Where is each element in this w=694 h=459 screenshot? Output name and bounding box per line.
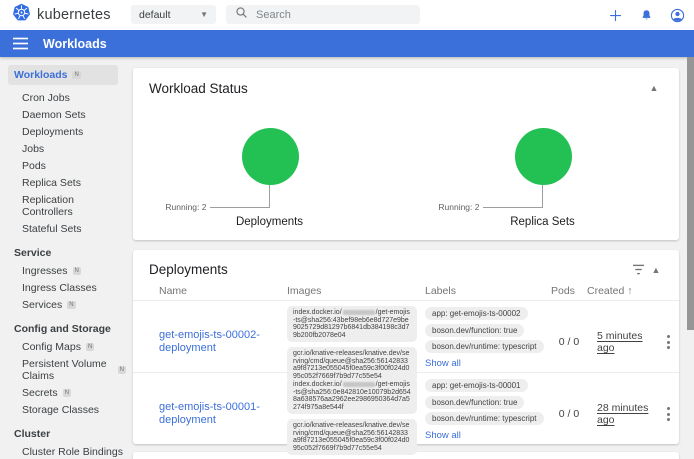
kubernetes-logo-icon: [12, 3, 31, 27]
search-icon: [235, 6, 248, 24]
vertical-scrollbar-track[interactable]: [687, 57, 694, 459]
collapse-card-button[interactable]: ▲: [647, 262, 665, 278]
column-header-pods[interactable]: Pods: [551, 281, 587, 297]
label-chip: boson.dev/runtime: typescript: [425, 412, 544, 425]
column-header-labels[interactable]: Labels: [425, 281, 551, 297]
label-chip: app: get-emojis-ts-00002: [425, 307, 528, 320]
sidebar-item-pods[interactable]: Pods: [0, 157, 130, 174]
image-chip: index.docker.io//get-emojis-ts@sha256:43…: [287, 306, 417, 342]
image-chip: gcr.io/knative-releases/knative.dev/serv…: [287, 419, 417, 455]
label-chip: boson.dev/function: true: [425, 396, 524, 409]
legend-leader-line: [210, 185, 270, 208]
vertical-scrollbar-thumb[interactable]: [687, 57, 694, 330]
label-chip: app: get-emojis-ts-00001: [425, 379, 528, 392]
row-actions-kebab-button[interactable]: [663, 403, 674, 425]
created-time: 5 minutes ago: [587, 330, 657, 354]
deployments-status-chart: Running: 2 Deployments: [133, 96, 406, 236]
running-count-annotation: Running: 2: [438, 202, 479, 212]
sidebar-item-workloads[interactable]: Workloads N: [8, 65, 118, 85]
create-plus-button[interactable]: [604, 4, 626, 26]
main-content: Workload Status ▲ Running: 2 Deployments…: [130, 57, 681, 459]
label-chip: boson.dev/runtime: typescript: [425, 340, 544, 353]
namespaced-badge: N: [86, 343, 94, 351]
pods-count: 0 / 0: [559, 408, 579, 420]
namespace-select[interactable]: default ▼: [131, 5, 216, 24]
namespaced-badge: N: [73, 267, 81, 275]
chevron-down-icon: ▼: [200, 10, 208, 19]
namespace-value: default: [139, 9, 171, 21]
deployment-name-link[interactable]: get-emojis-ts-00002-deployment: [159, 329, 287, 355]
row-actions-kebab-button[interactable]: [663, 331, 674, 353]
redacted-text: [343, 310, 375, 315]
top-bar: kubernetes default ▼: [0, 0, 694, 30]
table-header-row: Name Images Labels Pods Created ↑: [133, 278, 679, 300]
sidebar-item-ingress-classes[interactable]: Ingress Classes: [0, 279, 130, 296]
page-title: Workloads: [43, 37, 107, 51]
sidebar-item-config-maps[interactable]: Config Maps N: [0, 338, 130, 355]
namespaced-badge: N: [118, 366, 126, 374]
app-bar: Workloads: [0, 30, 694, 57]
sidebar-section-cluster: Cluster: [0, 418, 130, 443]
sidebar-item-jobs[interactable]: Jobs: [0, 140, 130, 157]
search-box[interactable]: [226, 5, 420, 24]
sidebar-item-replication-controllers[interactable]: Replication Controllers: [0, 191, 130, 220]
sidebar-item-deployments[interactable]: Deployments: [0, 123, 130, 140]
filter-button[interactable]: [629, 262, 647, 278]
chevron-up-icon: ▲: [652, 265, 661, 275]
redacted-text: [343, 382, 375, 387]
show-all-link[interactable]: Show all: [425, 358, 461, 369]
chart-label: Replica Sets: [406, 216, 679, 228]
sidebar-item-cron-jobs[interactable]: Cron Jobs: [0, 89, 130, 106]
namespaced-badge: N: [67, 301, 75, 309]
account-button[interactable]: [666, 4, 688, 26]
sidebar-item-daemon-sets[interactable]: Daemon Sets: [0, 106, 130, 123]
kubernetes-logo-link[interactable]: kubernetes: [12, 0, 111, 30]
sidebar-item-storage-classes[interactable]: Storage Classes: [0, 401, 130, 418]
sidebar-item-services[interactable]: Services N: [0, 296, 130, 313]
table-row: get-emojis-ts-00001-deployment index.doc…: [133, 372, 679, 444]
legend-leader-line: [483, 185, 543, 208]
sidebar-section-config-and-storage: Config and Storage: [0, 313, 130, 338]
sidebar-item-ingresses[interactable]: Ingresses N: [0, 262, 130, 279]
label-chip: boson.dev/function: true: [425, 324, 524, 337]
running-count-annotation: Running: 2: [165, 202, 206, 212]
sort-ascending-icon: ↑: [627, 285, 632, 297]
sidebar-nav: Workloads N Cron Jobs Daemon Sets Deploy…: [0, 57, 130, 459]
deployments-title: Deployments: [149, 262, 629, 277]
workload-status-card: Workload Status ▲ Running: 2 Deployments…: [133, 68, 679, 240]
replica-sets-pie: [515, 128, 572, 185]
notifications-bell-button[interactable]: [635, 4, 657, 26]
workload-status-title: Workload Status: [149, 81, 645, 96]
sidebar-item-persistent-volume-claims[interactable]: Persistent Volume Claims N: [0, 355, 130, 384]
table-row: get-emojis-ts-00002-deployment index.doc…: [133, 300, 679, 372]
collapse-card-button[interactable]: ▲: [645, 80, 663, 96]
chevron-up-icon: ▲: [650, 83, 659, 93]
image-chip: index.docker.io//get-emojis-ts@sha256:0e…: [287, 378, 417, 414]
sidebar-item-stateful-sets[interactable]: Stateful Sets: [0, 220, 130, 237]
column-header-images[interactable]: Images: [287, 281, 425, 297]
show-all-link[interactable]: Show all: [425, 430, 461, 441]
namespaced-badge: N: [63, 389, 71, 397]
chart-label: Deployments: [133, 216, 406, 228]
menu-hamburger-icon[interactable]: [13, 37, 28, 50]
deployments-pie: [242, 128, 299, 185]
created-time: 28 minutes ago: [587, 402, 657, 426]
sidebar-item-secrets[interactable]: Secrets N: [0, 384, 130, 401]
deployment-name-link[interactable]: get-emojis-ts-00001-deployment: [159, 401, 287, 427]
column-header-created[interactable]: Created ↑: [587, 281, 657, 297]
column-header-name[interactable]: Name: [159, 281, 287, 297]
search-input[interactable]: [256, 9, 411, 21]
sidebar-item-cluster-role-bindings[interactable]: Cluster Role Bindings: [0, 443, 130, 459]
namespaced-badge: N: [72, 71, 80, 79]
sidebar-item-replica-sets[interactable]: Replica Sets: [0, 174, 130, 191]
pods-count: 0 / 0: [559, 336, 579, 348]
deployments-card: Deployments ▲ Name Images Labels Pods Cr…: [133, 250, 679, 444]
brand-text: kubernetes: [37, 7, 111, 23]
replica-sets-status-chart: Running: 2 Replica Sets: [406, 96, 679, 236]
sidebar-section-service: Service: [0, 237, 130, 262]
